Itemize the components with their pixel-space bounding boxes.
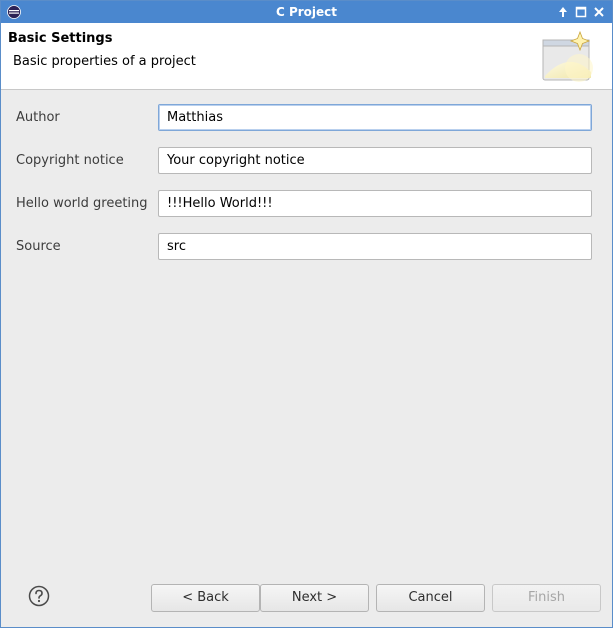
close-icon[interactable] <box>592 4 606 20</box>
page-description: Basic properties of a project <box>13 54 196 69</box>
window-title: C Project <box>275 5 338 19</box>
greeting-label: Hello world greeting <box>16 196 148 211</box>
author-field[interactable]: Matthias <box>158 104 592 131</box>
title-bar[interactable]: C Project <box>1 1 612 23</box>
finish-button[interactable]: Finish <box>492 584 601 612</box>
wizard-banner-icon <box>542 30 593 82</box>
source-label: Source <box>16 239 61 254</box>
page-title: Basic Settings <box>8 31 113 46</box>
maximize-icon[interactable] <box>574 4 588 20</box>
cancel-button[interactable]: Cancel <box>376 584 485 612</box>
back-button[interactable]: < Back <box>151 584 260 612</box>
copyright-field[interactable]: Your copyright notice <box>158 147 592 174</box>
dialog-window: C Project Basic Settings Basic propertie… <box>0 0 613 628</box>
arrow-up-icon[interactable] <box>556 4 570 20</box>
help-icon[interactable] <box>28 585 50 607</box>
wizard-banner: Basic Settings Basic properties of a pro… <box>1 23 612 90</box>
next-button[interactable]: Next > <box>260 584 369 612</box>
author-label: Author <box>16 110 60 125</box>
copyright-label: Copyright notice <box>16 153 124 168</box>
source-field[interactable]: src <box>158 233 592 260</box>
greeting-field[interactable]: !!!Hello World!!! <box>158 190 592 217</box>
